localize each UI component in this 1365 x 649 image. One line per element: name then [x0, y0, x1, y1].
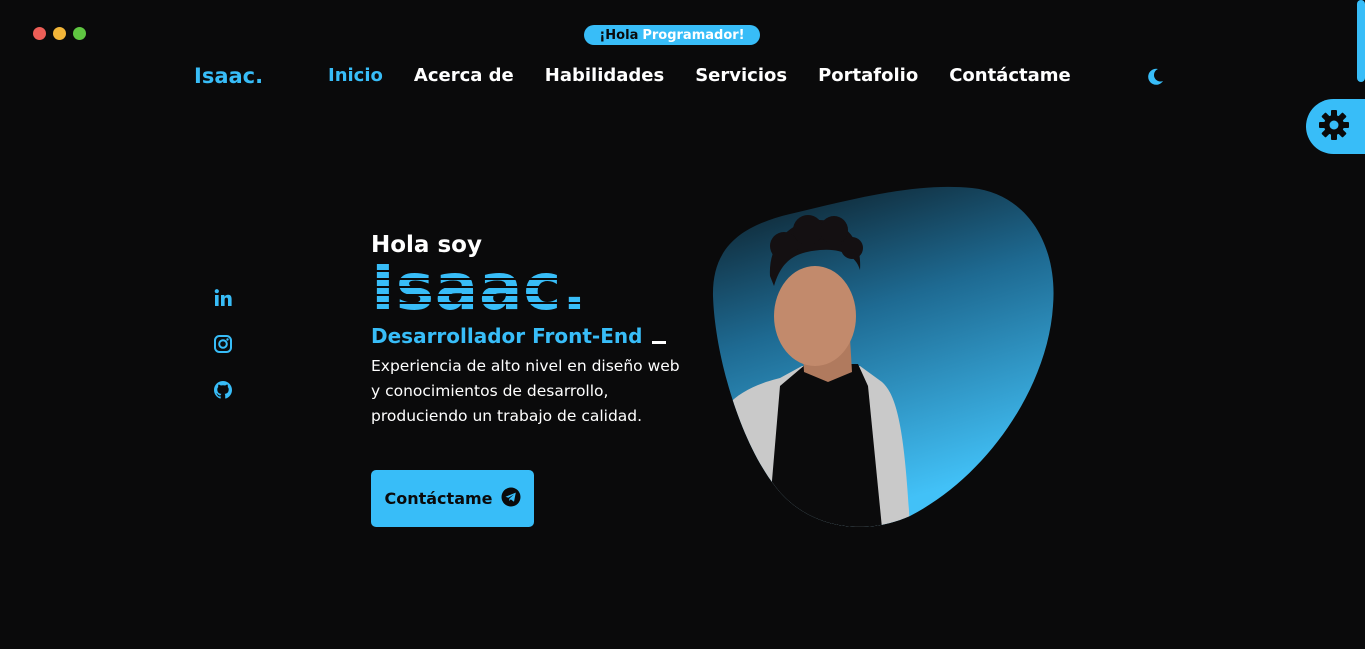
hero-role-line: Desarrollador Front-End: [371, 324, 701, 348]
nav-item-contactame[interactable]: Contáctame: [949, 65, 1071, 86]
minimize-dot[interactable]: [53, 27, 66, 40]
greeting-prefix: ¡Hola: [599, 27, 639, 43]
main-nav: Inicio Acerca de Habilidades Servicios P…: [328, 65, 1071, 86]
gear-icon: [1318, 109, 1350, 145]
hero-portrait: [710, 186, 1056, 528]
linkedin-icon[interactable]: [212, 287, 234, 309]
settings-button[interactable]: [1306, 99, 1365, 154]
typing-cursor: [652, 341, 667, 344]
nav-item-servicios[interactable]: Servicios: [695, 65, 787, 86]
instagram-icon[interactable]: [212, 333, 234, 355]
contact-button-label: Contáctame: [384, 489, 493, 508]
nav-item-acerca[interactable]: Acerca de: [414, 65, 514, 86]
site-logo[interactable]: Isaac.: [194, 64, 263, 88]
window-controls: [33, 27, 86, 40]
nav-item-habilidades[interactable]: Habilidades: [545, 65, 664, 86]
github-icon[interactable]: [212, 379, 234, 401]
social-links: [212, 287, 234, 401]
hero-name: Isaac.: [371, 256, 701, 320]
greeting-accent: Programador!: [642, 27, 745, 43]
maximize-dot[interactable]: [73, 27, 86, 40]
hero-section: Hola soy Isaac. Desarrollador Front-End …: [371, 232, 701, 429]
scrollbar-thumb[interactable]: [1357, 0, 1365, 82]
hero-description: Experiencia de alto nivel en diseño web …: [371, 357, 680, 425]
hero-role: Desarrollador Front-End: [371, 324, 643, 348]
close-dot[interactable]: [33, 27, 46, 40]
telegram-icon: [501, 487, 521, 511]
nav-item-inicio[interactable]: Inicio: [328, 65, 383, 86]
contact-button[interactable]: Contáctame: [371, 470, 534, 527]
moon-icon[interactable]: [1145, 67, 1165, 87]
greeting-badge: ¡Hola Programador!: [584, 25, 760, 45]
nav-item-portafolio[interactable]: Portafolio: [818, 65, 918, 86]
